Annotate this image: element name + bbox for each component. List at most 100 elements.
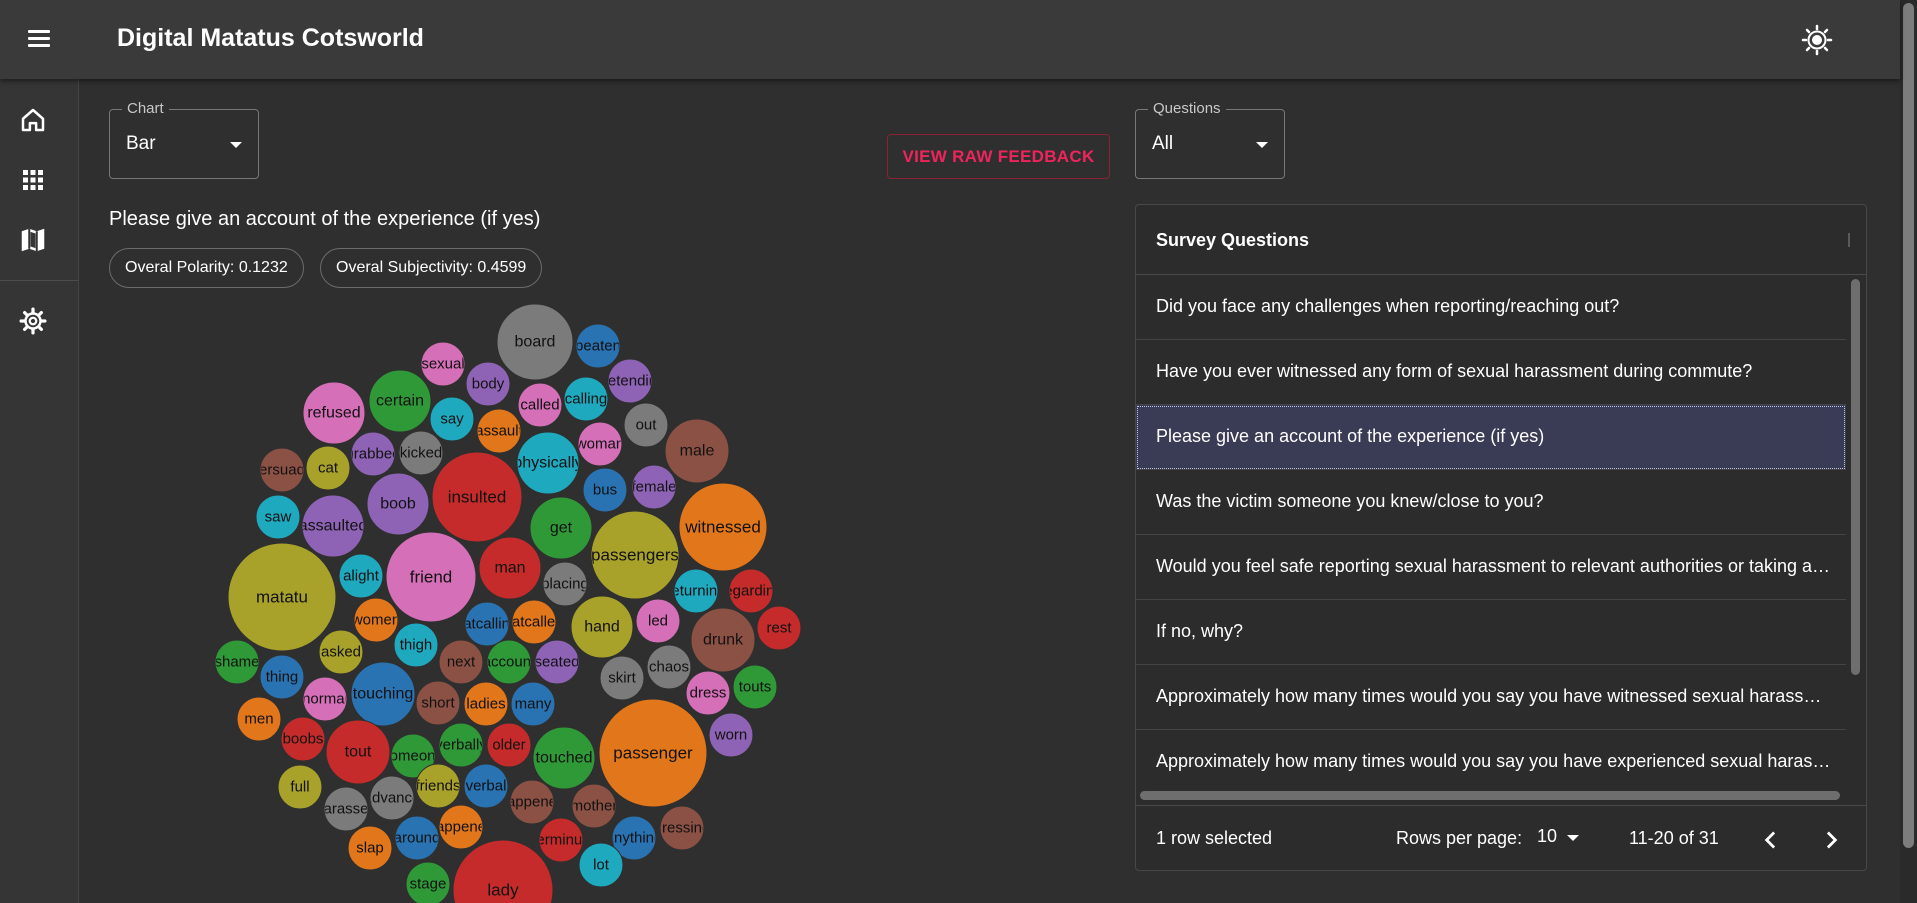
bubble-label: mother — [571, 798, 618, 815]
table-row[interactable]: Was the victim someone you knew/close to… — [1136, 470, 1846, 535]
bubble-boobs: boobs — [280, 716, 326, 762]
bubble-skirt: skirt — [599, 655, 645, 701]
bubble-women: women — [351, 597, 400, 643]
table-row[interactable]: Approximately how many times would you s… — [1136, 665, 1846, 730]
bubble-placing: placing — [542, 561, 588, 607]
bubble-touts: touts — [732, 664, 778, 710]
chart-type-select[interactable]: Chart Bar — [109, 100, 259, 179]
column-separator[interactable] — [1848, 233, 1850, 247]
horizontal-scrollbar[interactable] — [1136, 785, 1846, 805]
bubble-label: around — [394, 830, 441, 847]
bubble-label: led — [648, 613, 668, 630]
table-row[interactable]: If no, why? — [1136, 600, 1846, 665]
bubble-older: older — [486, 722, 532, 768]
chevron-down-icon — [230, 142, 242, 148]
bubble-label: dressing — [654, 820, 711, 837]
bubble-label: thing — [266, 669, 299, 686]
bubble-mother: mother — [571, 783, 618, 829]
bubble-label: lot — [593, 857, 610, 874]
bubble-boob: boob — [366, 472, 430, 536]
bubble-persuade: persuade — [259, 447, 305, 493]
rows-per-page-select[interactable]: 10 — [1537, 826, 1587, 852]
brightness-icon[interactable] — [1801, 24, 1833, 56]
row-question-text: Was the victim someone you knew/close to… — [1156, 491, 1544, 511]
map-icon[interactable] — [18, 225, 48, 255]
bubble-assault: assault — [475, 408, 523, 454]
view-raw-feedback-button[interactable]: VIEW RAW FEEDBACK — [887, 134, 1110, 179]
bubble-label: friend — [410, 568, 453, 587]
bubble-label: shame — [214, 654, 259, 671]
bubble-label: calling — [565, 391, 608, 408]
chevron-right-icon[interactable] — [1816, 825, 1846, 855]
table-row[interactable]: Please give an account of the experience… — [1136, 405, 1846, 470]
bubble-label: alight — [343, 568, 380, 585]
page-scrollbar[interactable] — [1900, 0, 1917, 903]
bubble-label: slap — [356, 840, 384, 857]
chevron-left-icon[interactable] — [1756, 825, 1786, 855]
bubble-label: women — [351, 612, 400, 629]
table-row[interactable]: Have you ever witnessed any form of sexu… — [1136, 340, 1846, 405]
bubble-dressing: dressing — [654, 805, 711, 851]
bubble-stage: stage — [405, 861, 451, 903]
bubble-slap: slap — [347, 825, 393, 871]
bubble-label: woman — [575, 436, 624, 453]
bubble-label: men — [244, 711, 273, 728]
bubble-saw: saw — [255, 494, 301, 540]
bubble-label: full — [290, 779, 309, 796]
bubble-touched: touched — [532, 726, 596, 790]
bubble-cat: cat — [305, 445, 351, 491]
bubble-label: physically — [513, 455, 582, 472]
bubble-asked: asked — [318, 629, 364, 675]
bubble-label: get — [550, 520, 573, 537]
bubble-label: tout — [345, 744, 372, 761]
bubble-witnessed: witnessed — [678, 482, 768, 572]
bubble-label: male — [680, 443, 715, 460]
app-title: Digital Matatus Cotsworld — [117, 24, 424, 52]
row-question-text: Approximately how many times would you s… — [1156, 751, 1836, 771]
bubble-tout: tout — [325, 719, 391, 785]
bubble-label: seated — [534, 654, 579, 671]
table-row[interactable]: Did you face any challenges when reporti… — [1136, 275, 1846, 340]
bubble-thigh: thigh — [393, 622, 439, 668]
bubble-label: skirt — [608, 670, 636, 687]
bubble-physically: physically — [513, 431, 582, 495]
questions-label: Questions — [1148, 100, 1226, 117]
bubble-many: many — [510, 681, 556, 727]
bubble-sexual: sexual — [420, 341, 466, 387]
bubble-label: board — [515, 334, 556, 351]
bubble-label: advance — [364, 790, 421, 807]
bubble-female: female — [631, 464, 677, 510]
vertical-scrollbar[interactable] — [1850, 279, 1862, 813]
bubble-label: beaten — [575, 338, 621, 355]
bubble-calling: calling — [563, 376, 609, 422]
bubble-label: assault — [475, 423, 523, 440]
bubble-thing: thing — [259, 654, 305, 700]
home-icon[interactable] — [18, 105, 48, 135]
questions-select[interactable]: Questions All — [1135, 100, 1285, 179]
bubble-label: out — [636, 417, 658, 434]
bubble-lot: lot — [578, 842, 624, 888]
bubble-chaos: chaos — [646, 644, 692, 690]
bubble-label: cat — [318, 460, 339, 477]
bubble-label: dress — [690, 685, 727, 702]
bubble-label: insulted — [448, 488, 507, 507]
bubble-label: friends — [415, 778, 460, 795]
apps-grid-icon[interactable] — [18, 165, 48, 195]
bubble-get: get — [529, 496, 593, 560]
bubble-worn: worn — [708, 712, 754, 758]
bubble-label: verbal — [466, 778, 507, 795]
bubble-label: happened — [499, 794, 566, 811]
column-header-survey-questions[interactable]: Survey Questions — [1156, 230, 1309, 251]
bubble-alight: alight — [338, 553, 384, 599]
menu-icon[interactable] — [26, 26, 52, 52]
bubble-returning: returning — [673, 568, 719, 614]
bubble-label: passengers — [591, 546, 679, 565]
bubble-say: say — [429, 396, 475, 442]
bubble-label: passenger — [613, 744, 693, 763]
gear-icon[interactable] — [18, 306, 48, 336]
row-question-text: Would you feel safe reporting sexual har… — [1156, 556, 1836, 576]
rows-per-page-label: Rows per page: — [1396, 828, 1523, 848]
table-row[interactable]: Would you feel safe reporting sexual har… — [1136, 535, 1846, 600]
bubble-short: short — [415, 680, 461, 726]
bubble-verbally: verbally — [438, 722, 484, 768]
